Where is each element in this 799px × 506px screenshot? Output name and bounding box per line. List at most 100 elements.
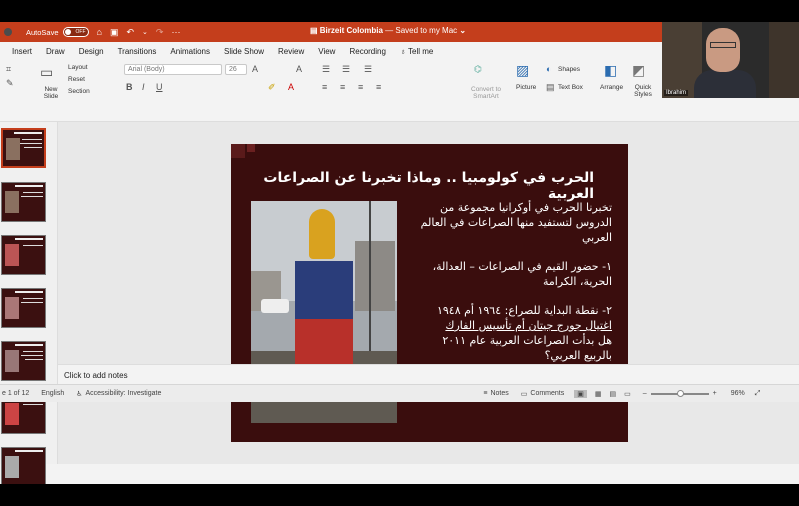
fit-slide-icon[interactable]: ⤢ [755,390,761,398]
slideshow-icon[interactable]: ▭ [624,390,631,398]
slide-sorter-icon[interactable]: ▦ [595,390,602,398]
zoom-level[interactable]: 96% [731,390,745,397]
smartart-icon[interactable]: ⌬ [474,64,482,75]
align-center-icon[interactable]: ≡ [340,82,345,92]
tab-review[interactable]: Review [278,47,304,56]
home-icon[interactable]: ⌂ [97,27,102,37]
convert-smartart-button[interactable]: Convert to SmartArt [466,86,506,100]
autosave-label: AutoSave [26,27,59,37]
doc-name: Birzeit Colombia [319,26,383,35]
slide-thumbnail[interactable] [1,447,46,484]
new-slide-icon[interactable]: ▭ [40,64,53,81]
shapes-icon[interactable]: ◐ [546,64,551,74]
bullet-line: هل بدأت الصراعات العربية عام ٢٠١١ بالربي… [442,334,612,362]
undo-icon[interactable]: ↶ [126,27,134,38]
section-button[interactable]: Section [68,88,90,95]
slide-thumbnail[interactable] [1,235,46,275]
justify-icon[interactable]: ≡ [376,82,381,92]
lightbulb-icon: ♁ [399,46,409,56]
status-bar: e 1 of 12 English ♿︎ Accessibility: Inve… [0,384,799,402]
window-control-icon[interactable] [4,28,12,36]
numbering-icon[interactable]: ☰ [342,64,350,75]
slide-thumbnail[interactable] [1,288,46,328]
tab-design[interactable]: Design [79,47,104,56]
paste-icon[interactable]: ⌗ [6,64,11,75]
slide-title[interactable]: الحرب في كولومبيا .. وماذا تخبرنا عن الص… [234,170,594,202]
arrange-button[interactable]: Arrange [600,84,623,91]
document-title: ▤ Birzeit Colombia — Saved to my Mac ⌄ [310,26,466,35]
bullet-point: ١- حضور القيم في الصراعات – العدالة، الح… [432,260,612,288]
bullet-point: تخبرنا الحرب في أوكرانيا مجموعة من الدرو… [420,201,612,244]
reset-button[interactable]: Reset [68,76,85,83]
shapes-button[interactable]: Shapes [558,66,580,73]
quick-styles-button[interactable]: Quick Styles [628,84,658,98]
accessibility-icon: ♿︎ [76,390,83,398]
bullet-point: ٢- نقطة البداية للصراع: ١٩٦٤ أم ١٩٤٨ اغت… [412,303,612,363]
accessibility-status[interactable]: Accessibility: Investigate [86,390,162,397]
language-indicator[interactable]: English [41,390,64,397]
save-icon[interactable]: ▣ [110,27,119,38]
doc-save-status: — Saved to my Mac [385,26,458,35]
align-left-icon[interactable]: ≡ [322,82,327,92]
bullet-line: اغتيال جورج جيتان أم تأسيس الفارك [445,319,612,332]
chevron-down-icon[interactable]: ⌄ [142,28,148,36]
grow-font-icon[interactable]: A [252,64,258,74]
align-right-icon[interactable]: ≡ [358,82,363,92]
comments-button[interactable]: Comments [530,390,564,397]
new-slide-button[interactable]: New Slide [40,86,62,100]
layout-button[interactable]: Layout [68,64,88,71]
slide-editor-canvas[interactable]: الحرب في كولومبيا .. وماذا تخبرنا عن الص… [58,122,799,464]
tell-me-search[interactable]: ♁ Tell me [400,47,433,56]
notes-button[interactable]: Notes [490,390,508,397]
zoom-slider[interactable] [650,389,709,397]
tab-recording[interactable]: Recording [349,47,385,56]
quick-styles-icon[interactable]: ◩ [632,62,645,79]
slide-thumbnail[interactable] [1,341,46,381]
tab-insert[interactable]: Insert [12,47,32,56]
brush-icon[interactable]: ✎ [6,78,14,89]
chevron-down-icon[interactable]: ⌄ [459,26,466,35]
italic-icon[interactable]: I [142,82,145,92]
text-box-button[interactable]: Text Box [558,84,583,91]
zoom-slider-handle[interactable] [676,389,684,397]
highlight-icon[interactable]: ✐ [268,82,276,93]
reading-view-icon[interactable]: ▤ [609,390,616,398]
arrange-icon[interactable]: ◧ [604,62,617,79]
normal-view-icon[interactable]: ▣ [574,389,587,398]
slide-thumbnails-panel [0,122,58,484]
bullet-line: ٢- نقطة البداية للصراع: ١٩٦٤ أم ١٩٤٨ [436,304,612,317]
participant-name: Ibrahim [664,90,689,96]
slide-thumbnail[interactable] [1,128,46,168]
clear-format-icon[interactable]: A [296,64,302,74]
font-color-icon[interactable]: A [288,82,294,92]
slide-body-text[interactable]: تخبرنا الحرب في أوكرانيا مجموعة من الدرو… [412,200,612,363]
underline-icon[interactable]: U [156,82,163,92]
redo-icon[interactable]: ↷ [156,27,164,38]
autosave-toggle[interactable]: OFF [62,27,89,37]
zoom-out-icon[interactable]: – [643,390,647,397]
webcam-video: Ibrahim [662,22,799,98]
slide-thumbnail[interactable] [1,182,46,222]
zoom-in-icon[interactable]: + [713,390,717,397]
font-size-select[interactable]: 26 [225,64,247,75]
comments-icon: ▭ [520,390,528,398]
slide-counter: e 1 of 12 [2,390,30,397]
bold-icon[interactable]: B [126,82,133,92]
tab-transitions[interactable]: Transitions [118,47,157,56]
autosave-control[interactable]: AutoSave OFF [26,27,89,37]
picture-button[interactable]: Picture [516,84,536,91]
more-icon[interactable]: ··· [171,27,180,37]
text-box-icon[interactable]: ▤ [546,82,555,93]
picture-icon[interactable]: ▨ [516,62,529,79]
tab-draw[interactable]: Draw [46,47,65,56]
tab-slide-show[interactable]: Slide Show [224,47,264,56]
tab-view[interactable]: View [318,47,335,56]
bullets-icon[interactable]: ☰ [322,64,330,75]
tab-animations[interactable]: Animations [170,47,210,56]
indent-icon[interactable]: ☰ [364,64,372,75]
screen-border [0,484,799,506]
doc-icon: ▤ [310,26,320,35]
tell-me-label: Tell me [408,46,434,56]
font-name-select[interactable]: Arial (Body) [124,64,222,75]
notes-pane[interactable]: Click to add notes [58,364,799,384]
